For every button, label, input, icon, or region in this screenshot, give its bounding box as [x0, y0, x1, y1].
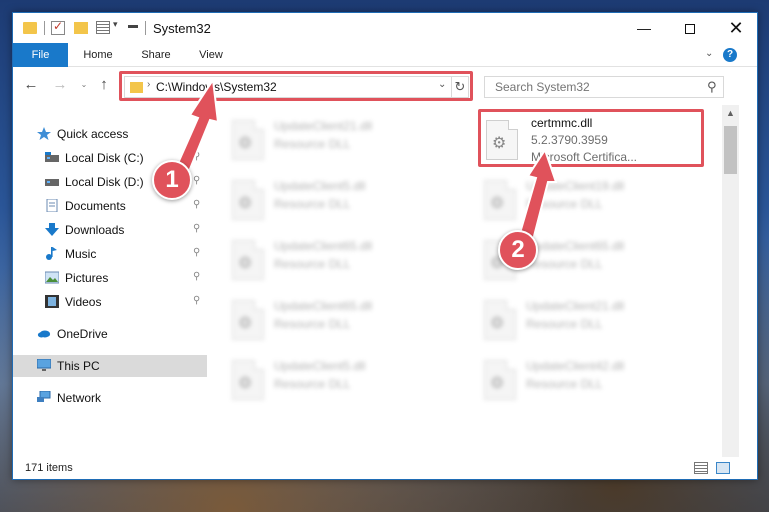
address-path[interactable]: C:\Windows\System32 — [156, 80, 277, 94]
maximize-button[interactable] — [667, 13, 713, 43]
drive-icon — [45, 152, 59, 162]
back-button[interactable]: ← — [22, 76, 40, 94]
file-explorer-window: ▾ ▬ System32 — ✕ File Home Share View ⌄ … — [12, 12, 758, 480]
ribbon: File Home Share View ⌄ ? — [13, 43, 757, 93]
divider — [44, 21, 45, 35]
pin-icon[interactable]: ⚲ — [193, 175, 200, 186]
dll-file-icon: ⚙ — [232, 300, 264, 340]
dll-file-icon: ⚙ — [484, 360, 516, 400]
details-view-icon[interactable] — [694, 462, 708, 474]
sidebar-item-label: Documents — [65, 199, 126, 213]
music-icon — [46, 247, 57, 260]
navigation-bar: ← → ⌄ ↑ › C:\Windows\System32 ⌄ ↻ ⚲ — [13, 67, 757, 105]
divider — [145, 21, 146, 35]
status-bar: 171 items — [13, 457, 757, 479]
pin-icon[interactable]: ⚲ — [193, 247, 200, 258]
sidebar-item-label: Local Disk (C:) — [65, 151, 144, 165]
list-item[interactable]: ⚙ UpdateClient65.dll Resource DLL — [218, 295, 438, 345]
sidebar-item-label: OneDrive — [57, 327, 108, 341]
address-dropdown-icon[interactable]: ⌄ — [438, 79, 446, 90]
dll-file-icon: ⚙ — [232, 240, 264, 280]
navigation-pane: Quick access Local Disk (C:) ⚲ Local Dis… — [13, 105, 213, 457]
expand-ribbon-chevron-icon[interactable]: ⌄ — [705, 48, 713, 59]
sidebar-item-music[interactable]: Music ⚲ — [13, 243, 207, 265]
title-bar: ▾ ▬ System32 — ✕ — [13, 13, 757, 43]
sidebar-item-quick-access[interactable]: Quick access — [13, 123, 207, 145]
computer-icon — [37, 359, 51, 371]
up-button[interactable]: ↑ — [95, 76, 113, 94]
maximize-icon — [685, 24, 695, 35]
refresh-button[interactable]: ↻ — [452, 76, 469, 98]
dll-file-icon: ⚙ — [232, 360, 264, 400]
dll-file-icon: ⚙ — [232, 120, 264, 160]
vertical-scrollbar[interactable]: ▲ — [722, 105, 739, 457]
sidebar-item-network[interactable]: Network — [13, 387, 207, 409]
pictures-icon — [45, 271, 59, 284]
help-icon[interactable]: ? — [723, 48, 737, 62]
downloads-icon — [45, 223, 59, 236]
sidebar-item-label: Videos — [65, 295, 102, 309]
tab-home[interactable]: Home — [75, 43, 121, 67]
sidebar-item-this-pc[interactable]: This PC — [13, 355, 207, 377]
dll-file-icon: ⚙ — [232, 180, 264, 220]
target-file-highlight-box — [478, 109, 704, 167]
sidebar-item-label: Local Disk (D:) — [65, 175, 144, 189]
window-title: System32 — [153, 21, 211, 36]
minimize-button[interactable]: — — [621, 13, 667, 43]
step-2-badge: 2 — [498, 230, 538, 270]
list-item[interactable]: ⚙ UpdateClient65.dll Resource DLL — [218, 235, 438, 285]
videos-icon — [45, 295, 59, 308]
list-item[interactable]: ⚙ UpdateClient19.dll Resource DLL — [470, 175, 690, 225]
list-item[interactable]: ⚙ UpdateClient21.dll Resource DLL — [470, 295, 690, 345]
sidebar-item-pictures[interactable]: Pictures ⚲ — [13, 267, 207, 289]
recent-locations-button[interactable]: ⌄ — [75, 76, 93, 94]
list-item[interactable]: ⚙ UpdateClient21.dll Resource DLL — [218, 115, 438, 165]
sidebar-item-label: Downloads — [65, 223, 125, 237]
item-count: 171 items — [25, 462, 73, 474]
drive-icon — [45, 179, 59, 186]
list-item[interactable]: ⚙ UpdateClient42.dll Resource DLL — [470, 355, 690, 405]
sidebar-item-label: This PC — [57, 359, 100, 373]
folder-icon[interactable] — [23, 22, 37, 34]
scroll-up-icon[interactable]: ▲ — [726, 108, 735, 118]
sidebar-item-label: Music — [65, 247, 97, 261]
list-item[interactable]: ⚙ UpdateClient5.dll Resource DLL — [218, 355, 438, 405]
quick-access-dropdown-icon[interactable]: ▬ — [128, 20, 138, 36]
pin-icon[interactable]: ⚲ — [193, 151, 200, 162]
star-icon — [37, 127, 51, 140]
customize-chevron-icon[interactable]: ▾ — [113, 19, 118, 35]
sidebar-item-videos[interactable]: Videos ⚲ — [13, 291, 207, 313]
sidebar-item-label: Pictures — [65, 271, 109, 285]
dll-file-icon: ⚙ — [484, 180, 516, 220]
list-item[interactable]: ⚙ UpdateClient5.dll Resource DLL — [218, 175, 438, 225]
rename-icon[interactable] — [96, 21, 110, 34]
new-folder-icon[interactable] — [74, 22, 88, 34]
pin-icon[interactable]: ⚲ — [193, 223, 200, 234]
pin-icon[interactable]: ⚲ — [193, 295, 200, 306]
dll-file-icon: ⚙ — [484, 300, 516, 340]
documents-icon — [46, 199, 58, 212]
forward-button[interactable]: → — [51, 76, 69, 94]
address-bar[interactable]: › C:\Windows\System32 ⌄ — [124, 76, 452, 98]
network-icon — [37, 391, 51, 402]
step-1-badge: 1 — [152, 160, 192, 200]
scrollbar-thumb[interactable] — [724, 126, 737, 174]
sidebar-item-onedrive[interactable]: OneDrive — [13, 323, 207, 345]
tab-view[interactable]: View — [191, 43, 231, 67]
pin-icon[interactable]: ⚲ — [193, 199, 200, 210]
sidebar-item-label: Network — [57, 391, 102, 405]
cloud-icon — [37, 330, 51, 338]
sidebar-item-label: Quick access — [57, 127, 129, 141]
tab-share[interactable]: Share — [133, 43, 179, 67]
file-list: ⚙ UpdateClient21.dll Resource DLL ⚙ Upda… — [218, 105, 722, 457]
pin-icon[interactable]: ⚲ — [193, 271, 200, 282]
folder-icon — [130, 82, 143, 93]
sidebar-item-downloads[interactable]: Downloads ⚲ — [13, 219, 207, 241]
properties-check-icon[interactable] — [51, 19, 65, 35]
large-icons-view-icon[interactable] — [716, 462, 730, 474]
search-icon[interactable]: ⚲ — [707, 79, 717, 95]
close-button[interactable]: ✕ — [713, 13, 757, 43]
search-input[interactable] — [484, 76, 724, 98]
chevron-right-icon: › — [147, 79, 151, 90]
